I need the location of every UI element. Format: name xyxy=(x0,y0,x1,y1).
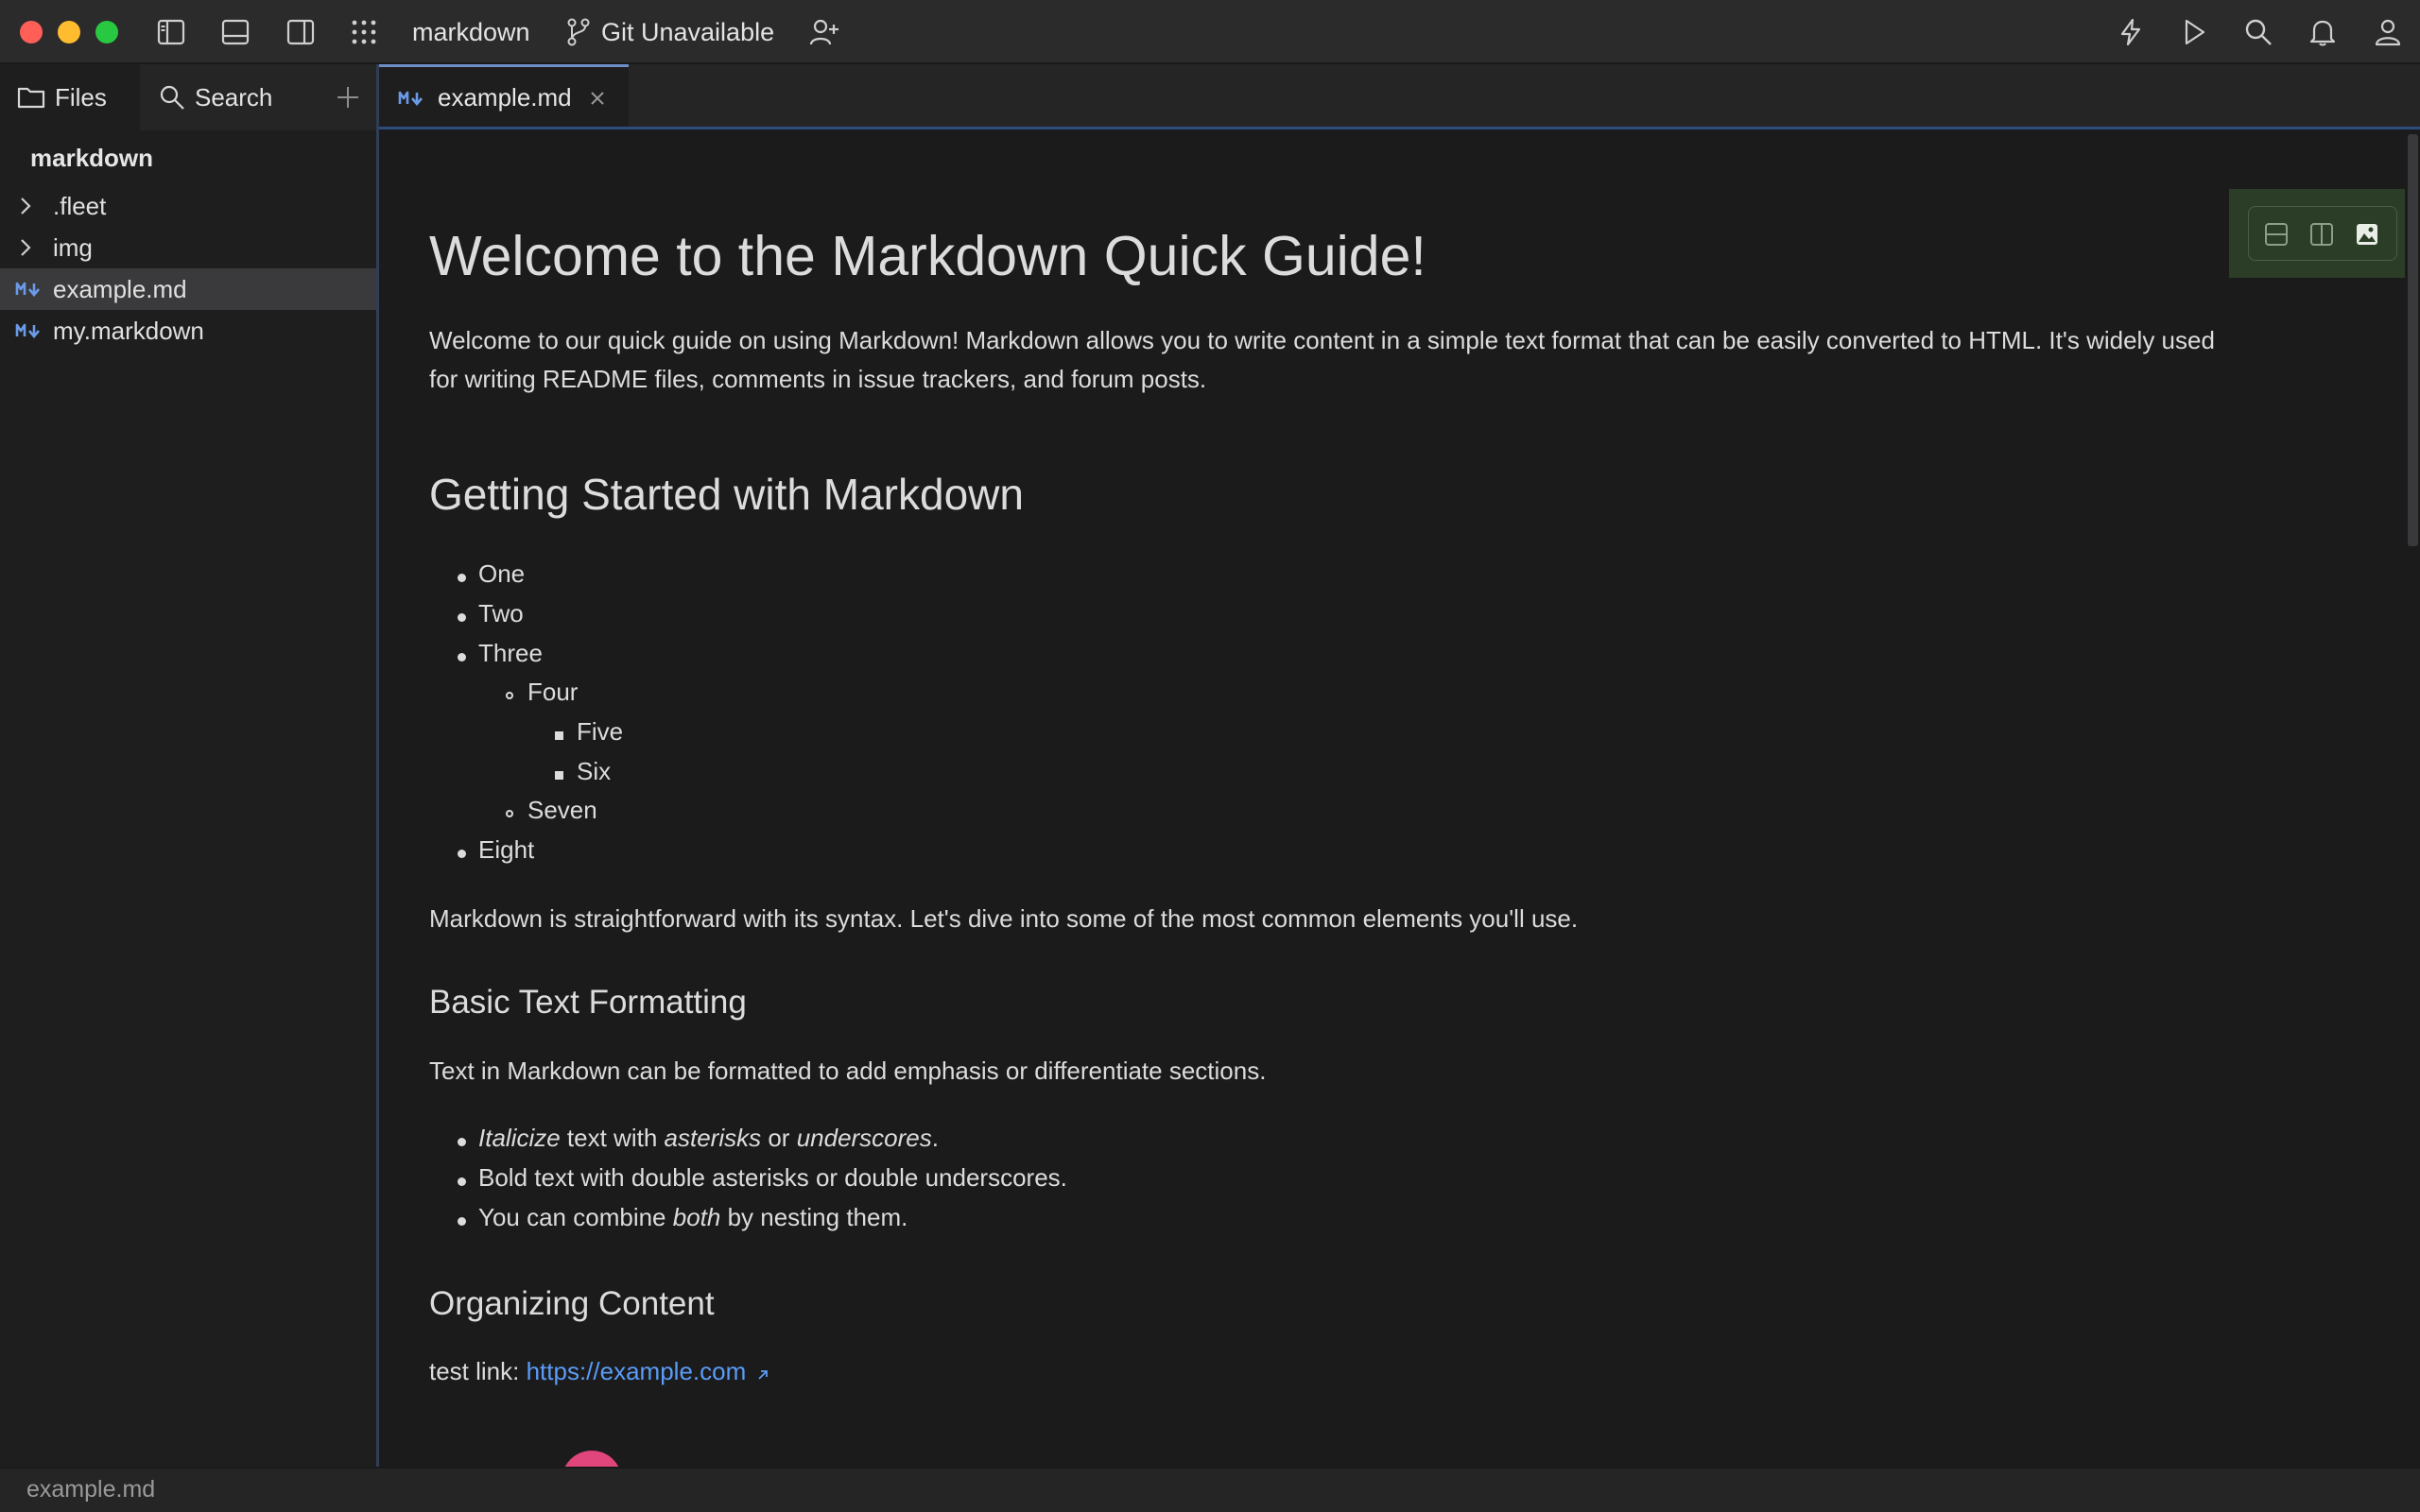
editor-scrollbar[interactable] xyxy=(2406,132,2420,1467)
intro-line-2: for writing README files, comments in is… xyxy=(429,365,1207,393)
list-bullet-square xyxy=(555,771,563,780)
list-bullet-square xyxy=(555,731,563,740)
markdown-file-icon xyxy=(398,91,426,106)
tab-search-label: Search xyxy=(195,82,273,112)
notifications-bell-icon[interactable] xyxy=(2308,17,2338,47)
minimize-window-button[interactable] xyxy=(58,21,80,43)
heading-getting-started: Getting Started with Markdown xyxy=(429,470,1024,519)
files-panel: markdown .fleet img example.md my.markdo… xyxy=(0,130,376,1467)
markdown-file-icon xyxy=(15,323,53,338)
list-item: Two xyxy=(478,599,524,627)
sidebar-tab-strip: Files Search xyxy=(0,64,376,130)
editor-tab-strip: example.md xyxy=(379,64,2420,129)
list-bullet xyxy=(458,574,466,582)
close-tab-icon[interactable] xyxy=(589,90,606,107)
test-link-paragraph: test link: https://example.com xyxy=(429,1352,769,1393)
run-icon[interactable] xyxy=(2179,17,2209,47)
toggle-right-panel-icon[interactable] xyxy=(285,17,316,47)
italic-text: underscores xyxy=(796,1124,932,1152)
tree-item-label: example.md xyxy=(53,274,187,303)
heading-organizing-content: Organizing Content xyxy=(429,1285,715,1322)
italic-text: asterisks xyxy=(664,1124,762,1152)
split-vertical-icon[interactable] xyxy=(2306,218,2338,250)
heading-1: Welcome to the Markdown Quick Guide! xyxy=(429,225,1426,287)
list-bullet-hollow xyxy=(506,810,513,817)
intro-paragraph: Welcome to our quick guide on using Mark… xyxy=(429,321,2215,399)
list-item: Eight xyxy=(478,835,535,864)
preview-image-icon[interactable] xyxy=(2351,218,2383,250)
italic-text: Italicize xyxy=(478,1124,561,1152)
preview-mode-group xyxy=(2248,206,2397,261)
chevron-right-icon[interactable] xyxy=(19,237,38,258)
external-link-arrow-icon[interactable] xyxy=(756,1354,769,1393)
list-item: One xyxy=(478,559,526,588)
list-item: Seven xyxy=(527,796,597,824)
tree-item-label: img xyxy=(53,232,93,262)
list-item: Six xyxy=(577,757,612,785)
title-bar: markdown Git Unavailable xyxy=(0,0,2420,64)
list-item: Four xyxy=(527,678,579,706)
toggle-left-panel-icon[interactable] xyxy=(156,17,186,47)
search-everywhere-icon[interactable] xyxy=(2243,17,2273,47)
tab-search[interactable]: Search xyxy=(140,64,310,130)
syntax-paragraph: Markdown is straightforward with its syn… xyxy=(429,904,1579,933)
add-user-icon[interactable] xyxy=(809,17,839,47)
tree-item-label: my.markdown xyxy=(53,316,204,345)
apps-grid-icon[interactable] xyxy=(349,17,379,47)
tree-item-img[interactable]: img xyxy=(0,227,376,268)
example-link[interactable]: https://example.com xyxy=(527,1357,747,1385)
account-icon[interactable] xyxy=(2373,17,2403,47)
search-icon xyxy=(159,84,185,111)
plain-text: . xyxy=(931,1124,939,1152)
formatting-list-item-2: Bold text with double asterisks or doubl… xyxy=(478,1163,1067,1192)
git-branch-icon xyxy=(563,17,594,47)
git-status[interactable]: Git Unavailable xyxy=(601,17,774,47)
zoom-window-button[interactable] xyxy=(95,21,118,43)
status-file-name[interactable]: example.md xyxy=(26,1476,155,1503)
chevron-right-icon[interactable] xyxy=(19,196,38,216)
italic-text: both xyxy=(672,1203,721,1231)
heading-basic-formatting: Basic Text Formatting xyxy=(429,984,747,1021)
list-item: Five xyxy=(577,717,624,746)
folder-icon xyxy=(17,85,45,110)
tab-files-label: Files xyxy=(55,82,107,112)
list-bullet xyxy=(458,1138,466,1146)
list-bullet-hollow xyxy=(506,692,513,699)
plain-text: by nesting them. xyxy=(720,1203,908,1231)
list-bullet xyxy=(458,850,466,858)
markdown-preview[interactable]: Welcome to the Markdown Quick Guide! Wel… xyxy=(379,129,2406,1467)
project-name[interactable]: markdown xyxy=(412,17,530,47)
status-bar: example.md xyxy=(0,1467,2420,1512)
markdown-file-icon xyxy=(15,282,53,297)
tab-example-md[interactable]: example.md xyxy=(379,64,629,129)
close-window-button[interactable] xyxy=(20,21,43,43)
scrollbar-thumb[interactable] xyxy=(2408,134,2418,546)
tree-item-my-markdown[interactable]: my.markdown xyxy=(0,310,376,352)
plain-text: or xyxy=(761,1124,797,1152)
lightning-icon[interactable] xyxy=(2116,17,2146,47)
project-root-title[interactable]: markdown xyxy=(30,144,153,173)
split-horizontal-icon[interactable] xyxy=(2260,218,2292,250)
formatting-list-item-1: Italicize text with asterisks or undersc… xyxy=(478,1124,939,1153)
plain-text: You can combine xyxy=(478,1203,673,1231)
tree-item-label: .fleet xyxy=(53,191,107,220)
intro-line-1: Welcome to our quick guide on using Mark… xyxy=(429,326,2215,354)
list-item: Three xyxy=(478,639,543,667)
plain-text: text with xyxy=(560,1124,665,1152)
toggle-bottom-panel-icon[interactable] xyxy=(220,17,251,47)
list-bullet xyxy=(458,1217,466,1226)
tab-files[interactable]: Files xyxy=(0,64,140,130)
add-tab-plus-icon[interactable] xyxy=(331,64,365,130)
tree-item-example-md[interactable]: example.md xyxy=(0,268,376,310)
formatting-list-item-3: You can combine both by nesting them. xyxy=(478,1203,908,1232)
formatting-paragraph: Text in Markdown can be formatted to add… xyxy=(429,1057,1267,1085)
tree-item-fleet[interactable]: .fleet xyxy=(0,185,376,227)
tab-label: example.md xyxy=(438,83,572,112)
list-bullet xyxy=(458,653,466,662)
preview-mode-toolbar xyxy=(2229,189,2405,278)
list-bullet xyxy=(458,1177,466,1186)
link-label: test link: xyxy=(429,1357,527,1385)
partial-image xyxy=(562,1451,622,1467)
list-bullet xyxy=(458,613,466,622)
